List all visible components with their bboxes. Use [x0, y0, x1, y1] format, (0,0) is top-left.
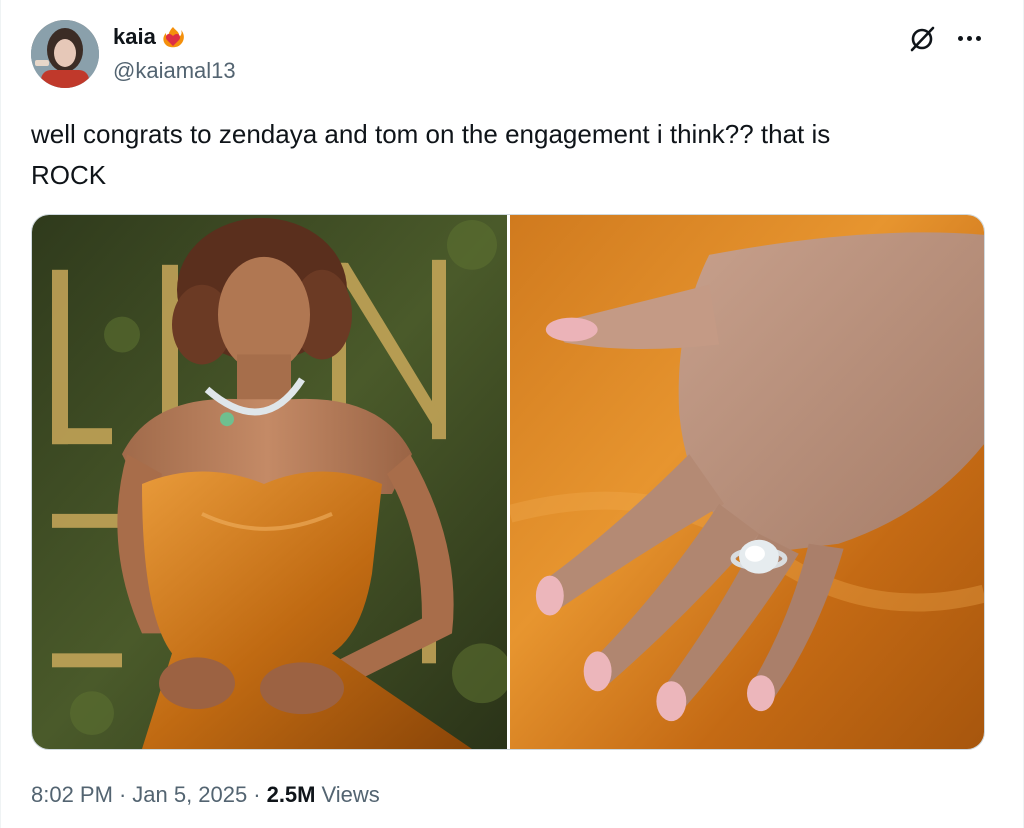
tweet-date[interactable]: Jan 5, 2025: [132, 782, 247, 808]
meta-separator: ·: [253, 782, 261, 807]
name-row: kaia: [113, 24, 186, 50]
user-handle[interactable]: @kaiamal13: [113, 58, 236, 84]
tweet-text: well congrats to zendaya and tom on the …: [31, 119, 831, 190]
meta-separator: ·: [118, 782, 127, 807]
more-options-icon[interactable]: [953, 26, 985, 50]
views-count: 2.5M: [266, 782, 316, 807]
grok-icon[interactable]: [907, 24, 937, 54]
photo-ring-closeup[interactable]: [510, 215, 984, 749]
avatar[interactable]: [31, 20, 99, 88]
tweet-time[interactable]: 8:02 PM: [31, 782, 113, 808]
display-name[interactable]: kaia: [113, 24, 156, 50]
media-grid[interactable]: [31, 214, 985, 750]
photo-red-carpet[interactable]: [32, 215, 507, 749]
heart-on-fire-emoji-icon: [163, 27, 184, 48]
tweet-meta: 8:02 PM · Jan 5, 2025 · 2.5M Views: [31, 782, 380, 808]
tweet-card: kaia @kaiamal13 well congrats to zendaya…: [0, 0, 1024, 828]
views-label: Views: [321, 782, 380, 807]
